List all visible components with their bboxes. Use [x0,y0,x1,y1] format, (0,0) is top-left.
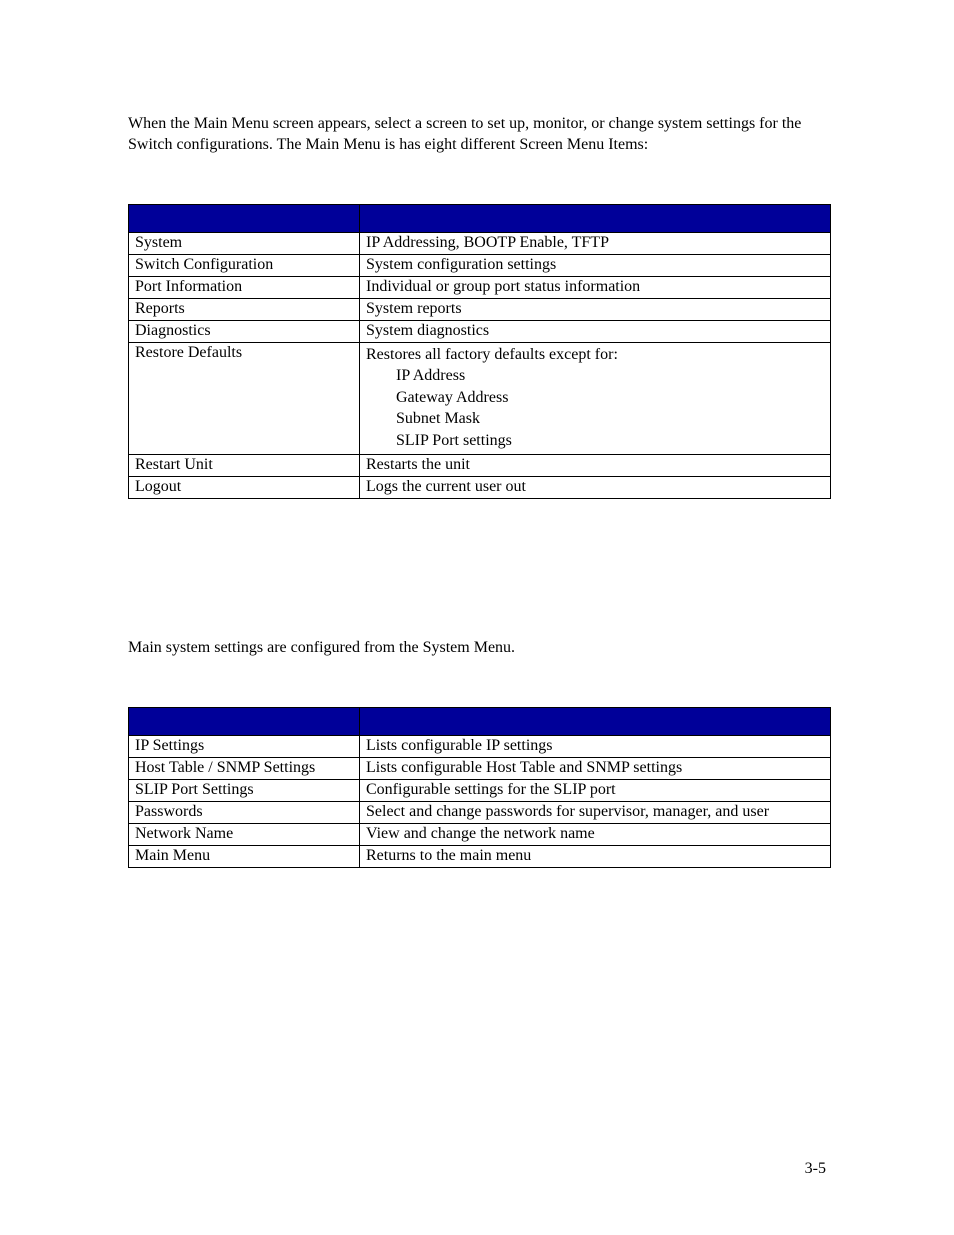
table-row: Restore Defaults Restores all factory de… [129,342,831,454]
menu-item-label: Passwords [129,801,360,823]
table-row: Port Information Individual or group por… [129,276,831,298]
header-cell [129,707,360,735]
menu-item-desc: System reports [360,298,831,320]
menu-item-desc: Restarts the unit [360,454,831,476]
menu-item-label: Reports [129,298,360,320]
table-row: Restart Unit Restarts the unit [129,454,831,476]
menu-item-desc: Lists configurable Host Table and SNMP s… [360,757,831,779]
table-row: Main Menu Returns to the main menu [129,845,831,867]
menu-item-desc: Restores all factory defaults except for… [360,342,831,454]
table-row: Diagnostics System diagnostics [129,320,831,342]
table-header-row [129,204,831,232]
table-row: SLIP Port Settings Configurable settings… [129,779,831,801]
table-row: Logout Logs the current user out [129,476,831,498]
table-row: IP Settings Lists configurable IP settin… [129,735,831,757]
system-menu-intro: Main system settings are configured from… [128,639,831,657]
menu-item-label: SLIP Port Settings [129,779,360,801]
menu-item-desc: Individual or group port status informat… [360,276,831,298]
table-row: Switch Configuration System configuratio… [129,254,831,276]
table-header-row [129,707,831,735]
header-cell [360,707,831,735]
menu-item-label: Host Table / SNMP Settings [129,757,360,779]
menu-item-label: Port Information [129,276,360,298]
header-cell [360,204,831,232]
menu-item-desc: View and change the network name [360,823,831,845]
menu-item-label: Restore Defaults [129,342,360,454]
menu-item-label: Main Menu [129,845,360,867]
table-row: Network Name View and change the network… [129,823,831,845]
table-row: Reports System reports [129,298,831,320]
menu-item-desc: IP Addressing, BOOTP Enable, TFTP [360,232,831,254]
menu-item-label: Restart Unit [129,454,360,476]
menu-item-label: Network Name [129,823,360,845]
menu-item-label: Diagnostics [129,320,360,342]
header-cell [129,204,360,232]
menu-item-label: Switch Configuration [129,254,360,276]
restore-desc-text: Restores all factory defaults except for… [366,346,618,363]
intro-paragraph: When the Main Menu screen appears, selec… [128,114,831,156]
menu-item-desc: Logs the current user out [360,476,831,498]
table-row: System IP Addressing, BOOTP Enable, TFTP [129,232,831,254]
table-row: Passwords Select and change passwords fo… [129,801,831,823]
restore-item: IP Address [366,367,465,384]
menu-item-desc: System diagnostics [360,320,831,342]
page-number: 3-5 [805,1160,826,1178]
menu-item-desc: Lists configurable IP settings [360,735,831,757]
menu-item-label: System [129,232,360,254]
restore-item: Gateway Address [366,389,508,406]
table-row: Host Table / SNMP Settings Lists configu… [129,757,831,779]
restore-item: SLIP Port settings [366,432,512,449]
restore-item: Subnet Mask [366,410,480,427]
menu-item-desc: Select and change passwords for supervis… [360,801,831,823]
main-menu-table: System IP Addressing, BOOTP Enable, TFTP… [128,204,831,499]
menu-item-desc: Configurable settings for the SLIP port [360,779,831,801]
menu-item-desc: Returns to the main menu [360,845,831,867]
menu-item-label: IP Settings [129,735,360,757]
system-menu-table: IP Settings Lists configurable IP settin… [128,707,831,868]
menu-item-desc: System configuration settings [360,254,831,276]
menu-item-label: Logout [129,476,360,498]
